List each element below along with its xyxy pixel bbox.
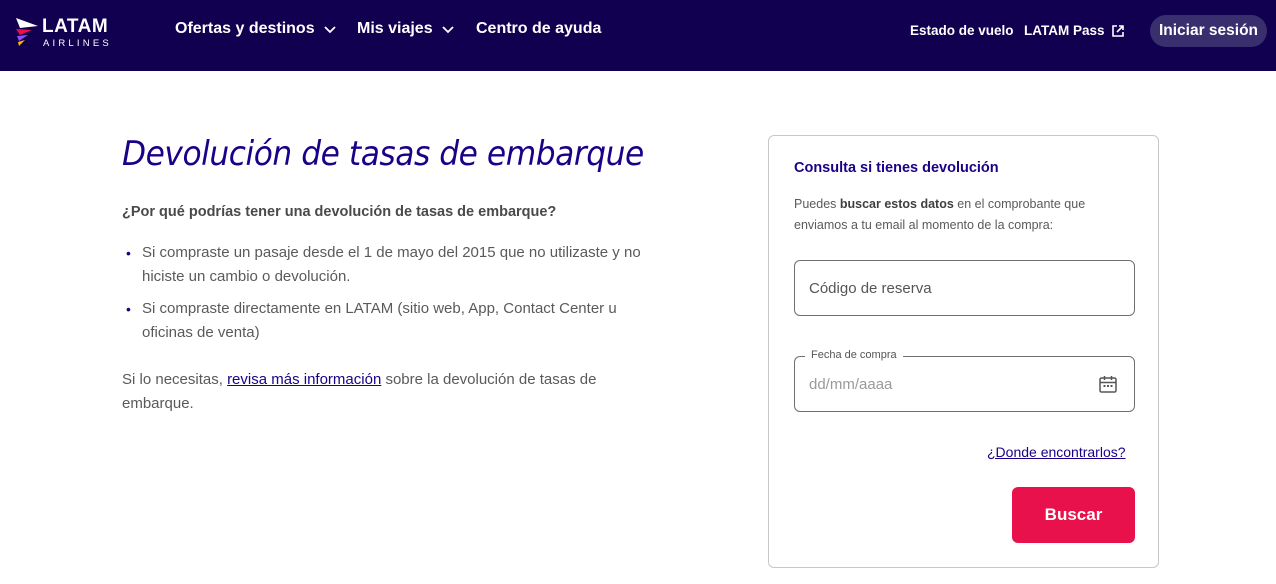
- latam-pass-link[interactable]: LATAM Pass: [1024, 23, 1125, 38]
- more-info-link[interactable]: revisa más información: [227, 371, 381, 388]
- logo-subtitle: AIRLINES: [43, 38, 112, 49]
- where-to-find-link[interactable]: ¿Donde encontrarlos?: [987, 444, 1126, 460]
- page-title: Devolución de tasas de embarque: [122, 134, 644, 174]
- search-button[interactable]: Buscar: [1012, 487, 1135, 543]
- purchase-date-input[interactable]: [795, 357, 1134, 411]
- more-info-prefix: Si lo necesitas,: [122, 371, 228, 388]
- latam-logo-icon: [16, 18, 38, 46]
- latam-pass-label: LATAM Pass: [1024, 23, 1105, 38]
- refund-conditions-list: Si compraste un pasaje desde el 1 de may…: [122, 241, 642, 353]
- desc-bold: buscar estos datos: [839, 197, 954, 211]
- latam-logo[interactable]: LATAM AIRLINES: [14, 16, 124, 50]
- logo-wordmark: LATAM: [42, 16, 109, 37]
- card-title: Consulta si tienes devolución: [794, 160, 999, 176]
- external-link-icon: [1111, 24, 1124, 37]
- nav-label: Centro de ayuda: [476, 20, 602, 37]
- reservation-code-input[interactable]: [795, 261, 1134, 315]
- card-description: Puedes buscar estos datos en el comproba…: [794, 194, 1124, 236]
- nav-my-trips[interactable]: Mis viajes: [357, 20, 455, 38]
- refund-question: ¿Por qué podrías tener una devolución de…: [122, 204, 557, 220]
- flight-status-label: Estado de vuelo: [910, 23, 1014, 38]
- nav-label: Mis viajes: [357, 20, 433, 37]
- calendar-icon[interactable]: [1098, 374, 1118, 394]
- desc-prefix: Puedes: [794, 197, 840, 211]
- chevron-down-icon: [323, 26, 336, 34]
- flight-status-link[interactable]: Estado de vuelo: [910, 23, 1014, 38]
- purchase-date-label: Fecha de compra: [805, 349, 903, 361]
- reservation-code-field: [794, 260, 1135, 316]
- chevron-down-icon: [441, 26, 454, 34]
- top-navigation-bar: LATAM AIRLINES Ofertas y destinos Mis vi…: [0, 0, 1276, 71]
- nav-help-center[interactable]: Centro de ayuda: [476, 20, 601, 38]
- login-button[interactable]: Iniciar sesión: [1150, 15, 1267, 47]
- list-item: Si compraste directamente en LATAM (siti…: [122, 297, 642, 345]
- list-item: Si compraste un pasaje desde el 1 de may…: [122, 241, 642, 289]
- nav-label: Ofertas y destinos: [175, 20, 315, 37]
- purchase-date-field: Fecha de compra: [794, 349, 1135, 412]
- nav-offers-destinations[interactable]: Ofertas y destinos: [175, 20, 337, 38]
- more-info-paragraph: Si lo necesitas, revisa más información …: [122, 368, 642, 416]
- refund-search-card: Consulta si tienes devolución Puedes bus…: [768, 135, 1159, 568]
